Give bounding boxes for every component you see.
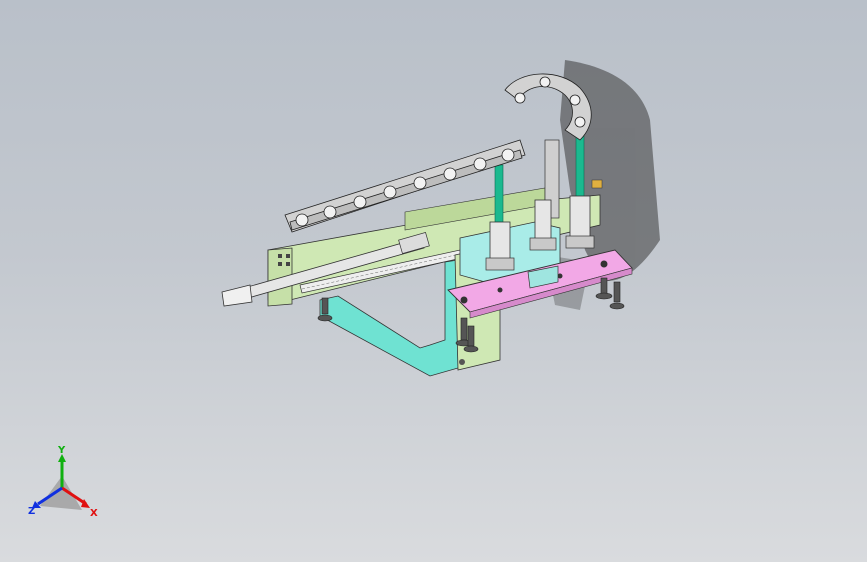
cad-viewport[interactable]: Y X Z (0, 0, 867, 562)
triad-z-label: Z (28, 506, 35, 517)
triad-x-label: X (90, 508, 98, 519)
brass-fitting (591, 179, 603, 189)
orientation-triad[interactable]: Y X Z (22, 446, 102, 526)
assembly-model[interactable] (0, 0, 867, 562)
triad-y-label: Y (57, 446, 66, 456)
